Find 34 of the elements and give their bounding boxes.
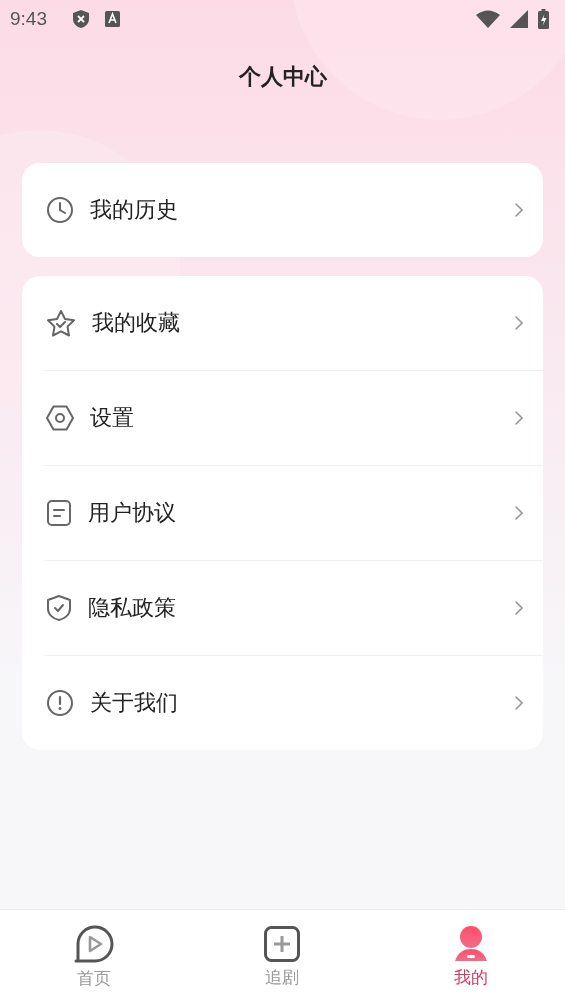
menu-item[interactable]: 关于我们 [22, 656, 543, 750]
menu-item[interactable]: 设置 [22, 371, 543, 465]
menu-label: 我的历史 [90, 196, 179, 224]
wifi-icon [476, 10, 500, 28]
star-icon [46, 308, 76, 338]
chevron-icon [515, 601, 523, 615]
nav-tab[interactable]: 我的 [376, 910, 565, 1004]
menu-item[interactable]: 我的历史 [22, 163, 543, 257]
clock-icon [46, 196, 74, 224]
battery-icon [538, 9, 549, 29]
settings-icon [46, 405, 74, 431]
menu-label: 用户协议 [88, 499, 177, 527]
person-icon [453, 925, 488, 962]
chevron-icon [515, 696, 523, 710]
document-icon [46, 499, 72, 527]
chevron-icon [515, 316, 523, 330]
status-time: 9:43 [10, 8, 47, 30]
shield-check-icon [46, 594, 72, 622]
menu-item[interactable]: 我的收藏 [22, 276, 543, 370]
page-title: 个人中心 [238, 63, 327, 91]
menu-label: 设置 [90, 404, 135, 432]
menu-label: 关于我们 [90, 689, 179, 717]
menu-label: 隐私政策 [88, 594, 177, 622]
chevron-icon [515, 506, 523, 520]
menu-item[interactable]: 隐私政策 [22, 561, 543, 655]
play-icon [74, 924, 115, 963]
menu-label: 我的收藏 [92, 309, 181, 337]
menu-item[interactable]: 用户协议 [22, 466, 543, 560]
shield-icon [73, 10, 89, 28]
chevron-icon [515, 203, 523, 217]
signal-icon [510, 10, 528, 28]
chevron-icon [515, 411, 523, 425]
plus-icon [264, 925, 301, 962]
exclamation-icon [46, 689, 74, 717]
